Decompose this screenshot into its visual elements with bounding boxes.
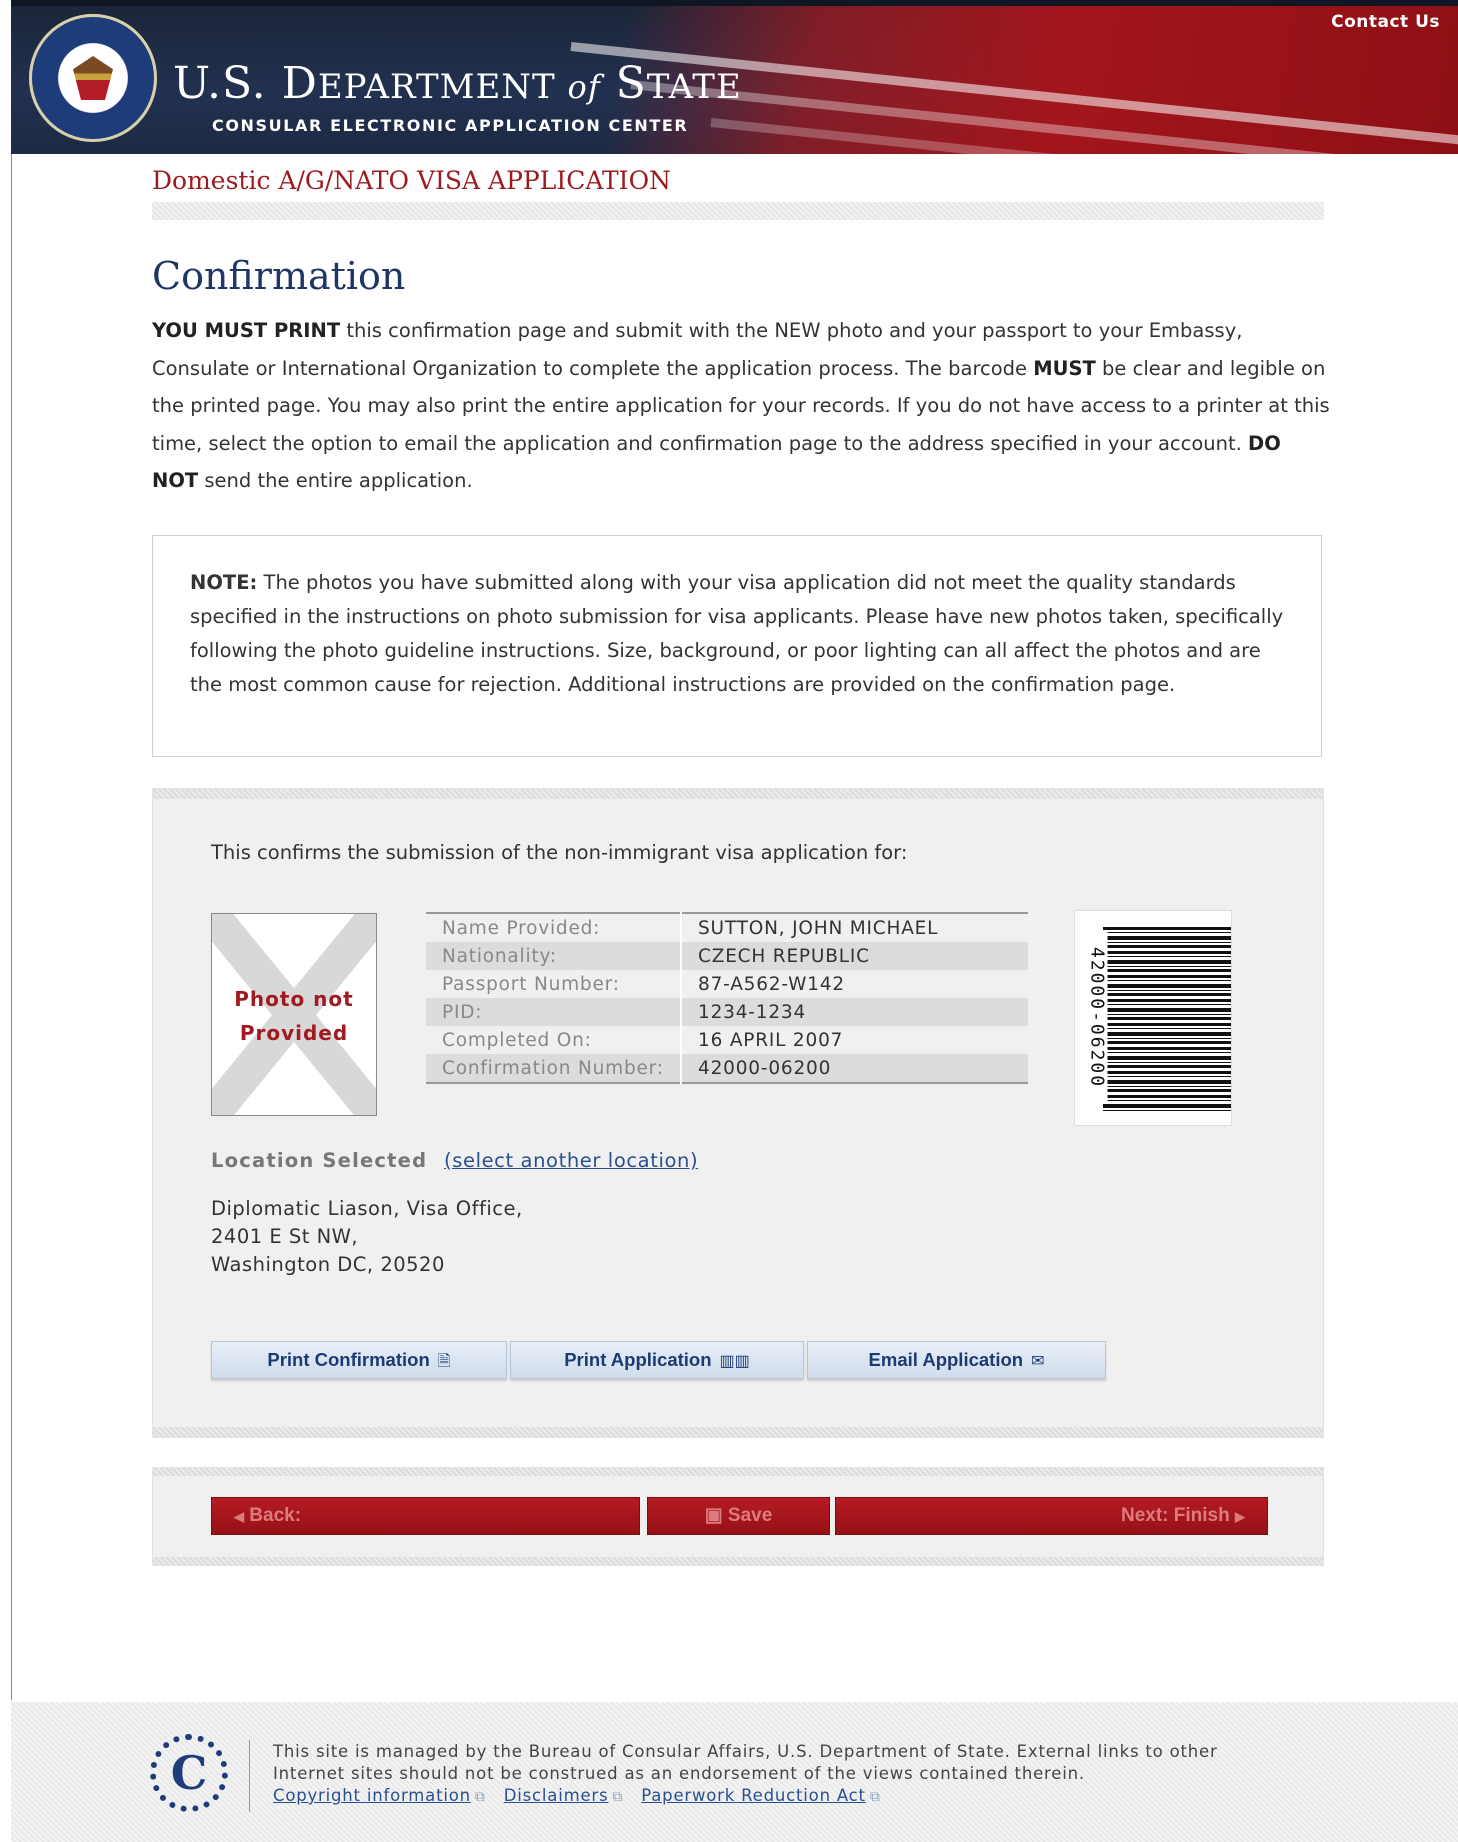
state-department-seal-icon[interactable] [29, 14, 157, 142]
external-link-icon: ⧉ [612, 1789, 624, 1805]
chevron-right-icon: ▶ [1235, 1509, 1245, 1524]
field-label: Name Provided: [426, 913, 682, 942]
footer-text: This site is managed by the Bureau of Co… [273, 1741, 1273, 1808]
field-label: Confirmation Number: [426, 1054, 682, 1083]
button-label: Print Confirmation [267, 1349, 430, 1370]
back-button[interactable]: ◀ Back: [211, 1497, 640, 1535]
site-footer: C This site is managed by the Bureau of … [11, 1702, 1458, 1842]
field-value: SUTTON, JOHN MICHAEL [681, 913, 1028, 942]
table-row: Nationality: CZECH REPUBLIC [426, 942, 1028, 970]
field-value: CZECH REPUBLIC [681, 942, 1028, 970]
department-subtitle: CONSULAR ELECTRONIC APPLICATION CENTER [212, 116, 689, 135]
print-confirmation-button[interactable]: Print Confirmation 🗎 [211, 1341, 507, 1379]
barcode-bars [1103, 927, 1231, 1111]
next-finish-button[interactable]: Next: Finish ▶ [835, 1497, 1268, 1535]
select-another-location-link[interactable]: (select another location) [444, 1149, 698, 1172]
page-frame-border [11, 0, 12, 1700]
field-value: 16 APRIL 2007 [681, 1026, 1028, 1054]
field-label: Nationality: [426, 942, 682, 970]
field-value: 42000-06200 [681, 1054, 1028, 1083]
applicant-photo-placeholder: Photo not Provided [211, 913, 377, 1116]
confirmation-barcode: 42000-06200 [1074, 910, 1232, 1126]
panel-edge [153, 1557, 1323, 1565]
applicant-info-table: Name Provided: SUTTON, JOHN MICHAEL Nati… [426, 912, 1028, 1084]
photo-note-box: NOTE: The photos you have submitted alon… [152, 535, 1322, 757]
panel-edge [153, 1427, 1323, 1437]
disclaimers-link[interactable]: Disclaimers [504, 1786, 609, 1805]
confirmation-panel: This confirms the submission of the non-… [152, 788, 1324, 1438]
field-label: Completed On: [426, 1026, 682, 1054]
address-line: Washington DC, 20520 [211, 1253, 445, 1276]
consular-affairs-logo-icon: C [150, 1734, 228, 1812]
department-title[interactable]: U.S. DEPARTMENT of STATE [173, 62, 742, 106]
table-row: Completed On: 16 APRIL 2007 [426, 1026, 1028, 1054]
location-address: Diplomatic Liason, Visa Office, 2401 E S… [211, 1195, 523, 1279]
footer-divider [249, 1740, 250, 1812]
email-application-button[interactable]: Email Application ✉ [807, 1341, 1106, 1379]
envelope-icon: ✉ [1031, 1353, 1045, 1370]
footer-line: This site is managed by the Bureau of Co… [273, 1742, 1218, 1761]
table-row: Passport Number: 87-A562-W142 [426, 970, 1028, 998]
photo-not-provided-label: Photo not Provided [234, 987, 354, 1045]
button-label: Email Application [868, 1349, 1024, 1370]
document-icon: 🗎 [437, 1353, 451, 1370]
panel-edge [153, 1468, 1323, 1476]
contact-us-link[interactable]: Contact Us [1331, 12, 1440, 32]
location-selected-label: Location Selected [211, 1149, 428, 1172]
field-label: PID: [426, 998, 682, 1026]
save-icon: ▣ [704, 1505, 723, 1526]
address-line: 2401 E St NW, [211, 1225, 359, 1248]
note-text: The photos you have submitted along with… [190, 571, 1284, 696]
title-divider [152, 202, 1324, 220]
button-label: Print Application [564, 1349, 712, 1370]
address-line: Diplomatic Liason, Visa Office, [211, 1197, 523, 1220]
table-row: Confirmation Number: 42000-06200 [426, 1054, 1028, 1083]
footer-links: Copyright information ⧉ Disclaimers ⧉ Pape… [273, 1785, 1273, 1808]
chevron-left-icon: ◀ [234, 1509, 244, 1524]
page-title: Confirmation [152, 254, 406, 298]
note-label: NOTE: [190, 571, 258, 594]
save-button[interactable]: ▣ Save [647, 1497, 830, 1535]
panel-edge [153, 789, 1323, 799]
external-link-icon: ⧉ [474, 1789, 486, 1805]
site-header: U.S. DEPARTMENT of STATE CONSULAR ELECTR… [11, 0, 1458, 154]
eagle-icon [73, 56, 113, 100]
external-link-icon: ⧉ [869, 1789, 881, 1805]
confirms-text: This confirms the submission of the non-… [211, 841, 908, 864]
button-label: Save [727, 1505, 773, 1526]
field-value: 87-A562-W142 [681, 970, 1028, 998]
application-title: Domestic A/G/NATO VISA APPLICATION [152, 166, 671, 195]
button-label: Next: Finish [1120, 1505, 1230, 1526]
button-label: Back: [249, 1505, 302, 1526]
field-value: 1234-1234 [681, 998, 1028, 1026]
field-label: Passport Number: [426, 970, 682, 998]
navigation-panel: ◀ Back: ▣ Save Next: Finish ▶ [152, 1467, 1324, 1566]
copyright-link[interactable]: Copyright information [273, 1786, 471, 1805]
logo-letter: C [170, 1746, 208, 1800]
barcode-number: 42000-06200 [1086, 931, 1108, 1104]
header-topbar [11, 0, 1458, 6]
footer-line: Internet sites should not be construed a… [273, 1764, 1085, 1783]
intro-instructions: YOU MUST PRINT this confirmation page an… [152, 319, 1330, 492]
table-row: PID: 1234-1234 [426, 998, 1028, 1026]
table-row: Name Provided: SUTTON, JOHN MICHAEL [426, 913, 1028, 942]
pages-icon: ▥▥ [719, 1353, 750, 1370]
paperwork-reduction-act-link[interactable]: Paperwork Reduction Act [641, 1786, 866, 1805]
print-application-button[interactable]: Print Application ▥▥ [510, 1341, 804, 1379]
